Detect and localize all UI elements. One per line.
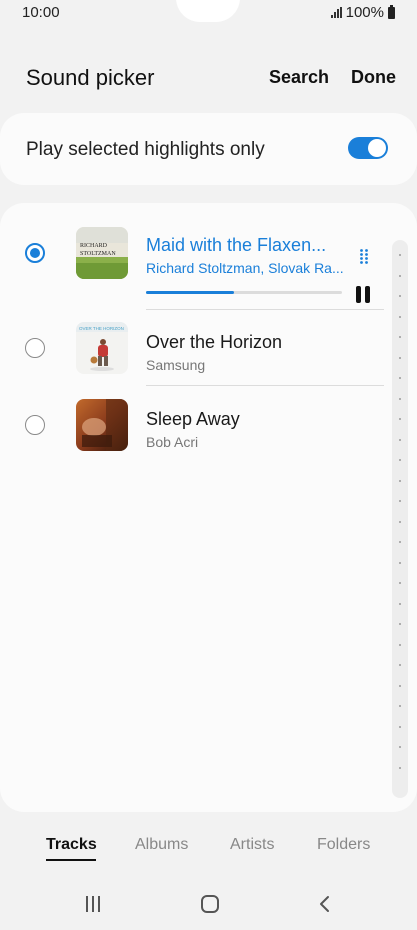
index-dot: [399, 746, 401, 748]
active-tab-indicator: [46, 859, 96, 861]
highlights-toggle-label: Play selected highlights only: [26, 139, 265, 160]
header: Sound picker Search Done: [0, 55, 417, 101]
index-dot: [399, 684, 401, 687]
index-dot: [399, 766, 401, 769]
index-dot: [399, 418, 401, 420]
index-dot: [399, 356, 401, 359]
index-dot: [399, 623, 401, 625]
status-time: 10:00: [22, 4, 60, 21]
index-dot: [399, 397, 401, 400]
index-dot: [399, 295, 401, 297]
track-artist: Bob Acri: [146, 434, 199, 450]
track-artist: Samsung: [146, 357, 206, 373]
home-icon[interactable]: [200, 894, 220, 914]
playback-progress-bar[interactable]: [146, 291, 342, 294]
track-list: RICHARD STOLTZMAN Maid with the Flaxen..…: [0, 203, 417, 812]
list-item[interactable]: OVER THE HORIZON Over the Horizon Samsun…: [0, 310, 417, 388]
index-dot: [399, 438, 401, 441]
track-radio[interactable]: [25, 338, 45, 358]
pause-icon[interactable]: [355, 286, 371, 304]
list-item[interactable]: RICHARD STOLTZMAN Maid with the Flaxen..…: [0, 203, 417, 303]
highlights-toggle-row[interactable]: Play selected highlights only: [0, 113, 417, 185]
track-title: Over the Horizon: [146, 332, 283, 352]
signal-icon: [330, 7, 342, 18]
sound-picker-screen: 10:00 100% Sound picker Search Done Play…: [0, 0, 417, 930]
index-dot: [399, 561, 401, 564]
recents-icon[interactable]: [84, 894, 102, 914]
art-text-line-1: RICHARD: [80, 243, 108, 249]
index-dot: [399, 664, 401, 666]
track-title: Maid with the Flaxen...: [146, 235, 327, 255]
tab-tracks[interactable]: Tracks: [46, 836, 97, 854]
index-dot: [399, 582, 401, 584]
tab-folders[interactable]: Folders: [317, 836, 370, 854]
index-dot: [399, 602, 401, 605]
status-indicators: 100%: [330, 4, 395, 21]
index-dot: [399, 479, 401, 482]
index-dot: [399, 541, 401, 543]
album-art-sleep-away: [76, 399, 128, 451]
art-text-line-2: STOLTZMAN: [80, 251, 116, 257]
track-radio[interactable]: [25, 415, 45, 435]
done-button[interactable]: Done: [351, 67, 396, 88]
index-dot: [399, 500, 401, 502]
index-dot: [399, 336, 401, 338]
art-text-line-1: OVER THE HORIZON: [79, 326, 124, 331]
index-dot: [399, 459, 401, 461]
camera-notch: [176, 0, 240, 22]
album-art-stoltzman: RICHARD STOLTZMAN: [76, 227, 128, 279]
index-dot: [399, 725, 401, 728]
track-title: Sleep Away: [146, 409, 240, 429]
switch-knob: [368, 139, 386, 157]
track-artist: Richard Stoltzman, Slovak Ra...: [146, 260, 344, 276]
album-art-over-the-horizon: OVER THE HORIZON: [76, 322, 128, 374]
index-dot: [399, 643, 401, 646]
search-button[interactable]: Search: [269, 67, 329, 88]
status-bar: 10:00 100%: [0, 0, 417, 26]
navigation-bar: [0, 880, 417, 930]
highlights-switch[interactable]: [348, 137, 388, 159]
tab-bar: Tracks Albums Artists Folders: [0, 826, 417, 866]
index-dot: [399, 315, 401, 318]
battery-icon: [388, 4, 395, 19]
index-dot: [399, 274, 401, 277]
index-dot: [399, 377, 401, 379]
list-item[interactable]: Sleep Away Bob Acri: [0, 386, 417, 464]
track-radio-selected[interactable]: [25, 243, 45, 263]
index-dot: [399, 520, 401, 523]
page-title: Sound picker: [26, 65, 155, 90]
tab-artists[interactable]: Artists: [230, 836, 274, 854]
drag-handle-icon[interactable]: [359, 248, 369, 264]
tab-albums[interactable]: Albums: [135, 836, 188, 854]
playback-progress-fill: [146, 291, 235, 294]
index-dot: [399, 254, 401, 256]
back-icon[interactable]: [318, 894, 332, 914]
battery-percent: 100%: [345, 4, 384, 21]
index-scrollbar[interactable]: [392, 240, 408, 798]
index-dot: [399, 705, 401, 707]
